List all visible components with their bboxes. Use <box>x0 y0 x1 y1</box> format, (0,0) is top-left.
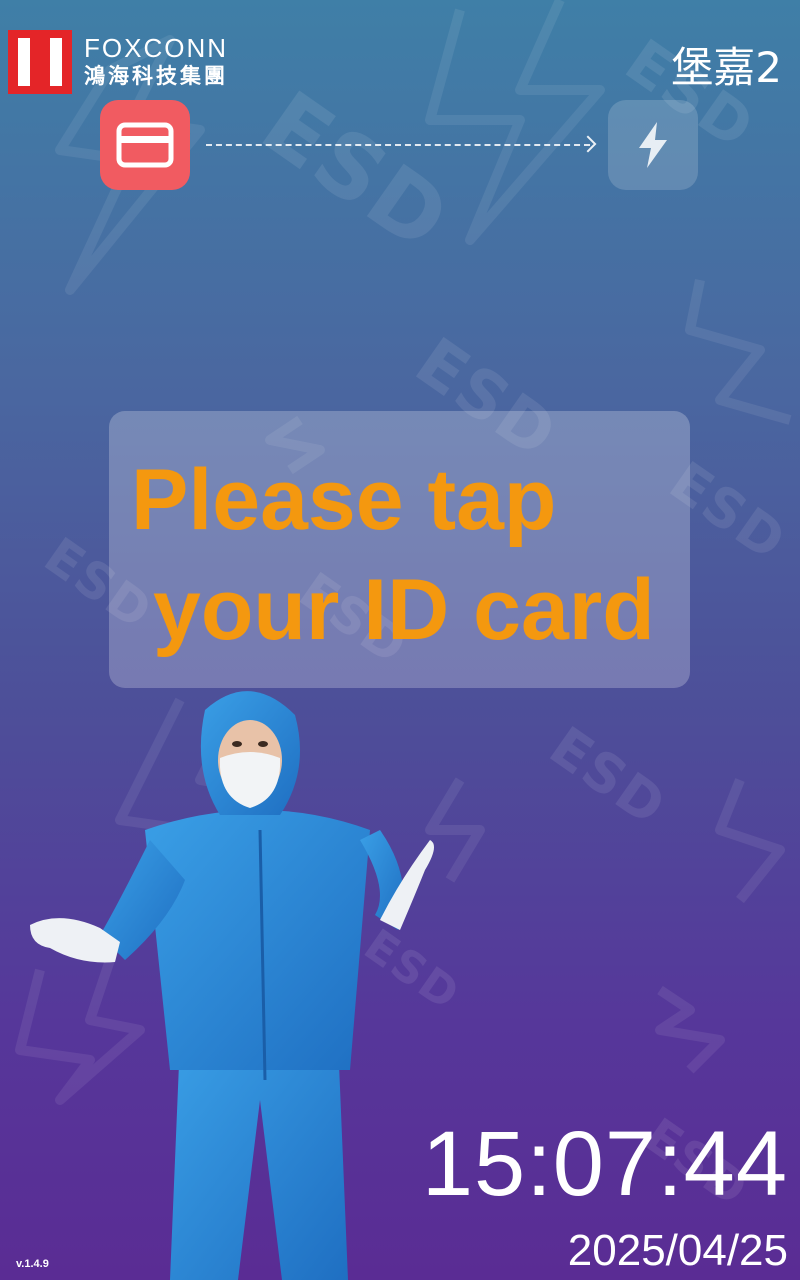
bolt-icon <box>639 122 667 168</box>
prompt-line-2: your ID card <box>153 562 655 658</box>
progress-arrow-line <box>206 144 590 146</box>
watermark-text: ESD <box>243 71 469 272</box>
location-label: 堡嘉2 <box>671 43 782 92</box>
arrow-head-icon <box>579 135 597 153</box>
foxconn-logo: FOXCONN 鴻海科技集團 <box>8 30 228 94</box>
card-step-indicator <box>100 100 190 190</box>
foxconn-logo-mark <box>8 30 72 94</box>
esd-test-step-indicator <box>608 100 698 190</box>
tap-card-prompt: Please tap your ID card <box>109 411 690 688</box>
brand-chinese-name: 鴻海科技集團 <box>84 64 228 88</box>
app-version: v.1.4.9 <box>16 1258 49 1270</box>
watermark-text: ESD <box>538 714 679 839</box>
esd-suit-worker-illustration <box>30 691 434 1280</box>
brand-name: FOXCONN <box>84 33 228 63</box>
card-icon <box>116 122 174 168</box>
prompt-line-1: Please tap <box>131 452 557 548</box>
current-time: 15:07:44 <box>421 1113 788 1215</box>
current-date: 2025/04/25 <box>567 1226 788 1275</box>
